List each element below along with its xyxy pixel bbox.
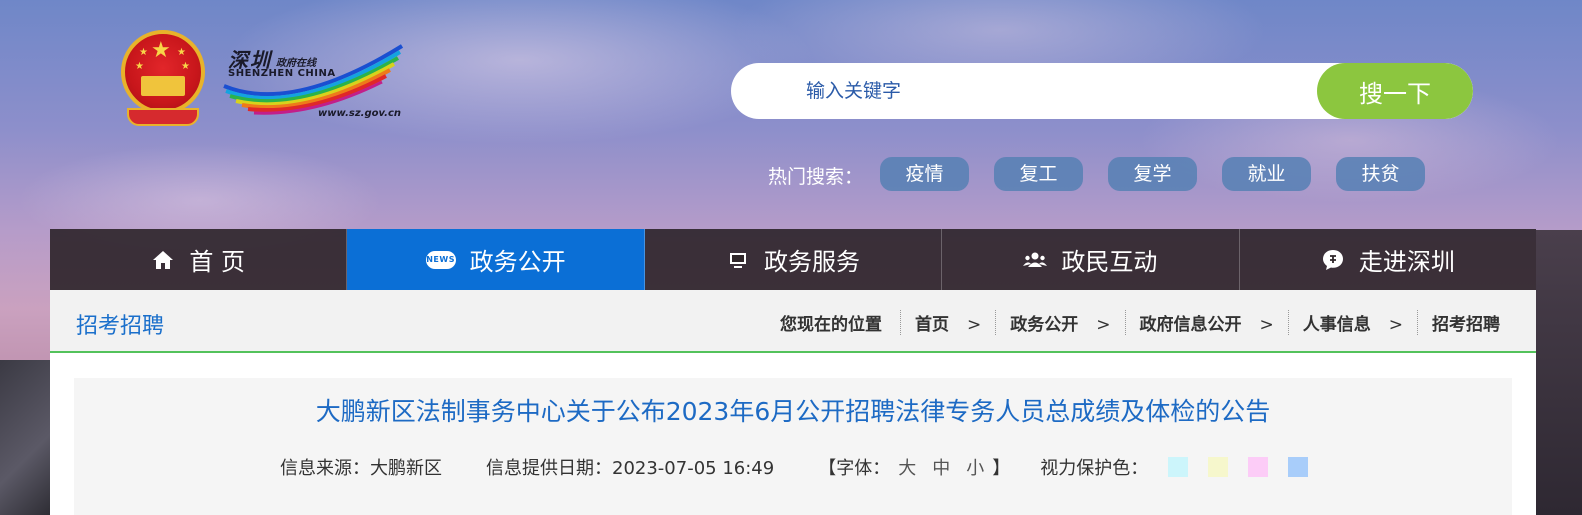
- star-icon: ★: [181, 61, 190, 72]
- eye-care-label: 视力保护色：: [1040, 458, 1149, 479]
- font-size-label-open: 【字体：: [818, 458, 891, 479]
- star-icon: ★: [177, 47, 186, 58]
- hot-search-label: 热门搜索：: [768, 166, 864, 188]
- logo-english-name: SHENZHEN CHINA: [228, 68, 336, 79]
- nav-item-citizen-interaction[interactable]: 政民互动: [942, 229, 1240, 290]
- nav-item-home[interactable]: 首 页: [50, 229, 348, 290]
- search-bar: 搜一下: [731, 63, 1473, 119]
- monitor-icon: [730, 252, 747, 268]
- section-title[interactable]: 招考招聘: [76, 308, 164, 340]
- eye-care-swatch-pink[interactable]: [1248, 457, 1269, 477]
- nav-item-gov-services[interactable]: 政务服务: [644, 229, 943, 290]
- eye-care-swatch-blue[interactable]: [1288, 457, 1309, 477]
- main-nav: 首 页 NEWS 政务公开 政务服务 政民互动 走进深圳: [50, 229, 1537, 290]
- main-content: 招考招聘 您现在的位置 首页 > 政务公开 > 政府信息公开 > 人事信息 > 招考招聘…: [50, 290, 1536, 515]
- breadcrumb-item-gov-affairs-open[interactable]: 政务公开 >: [995, 310, 1124, 335]
- emblem-gate: [141, 76, 185, 96]
- nav-item-label: 政民互动: [1061, 248, 1158, 276]
- background-building: [0, 360, 52, 515]
- star-icon: ★: [151, 38, 171, 63]
- breadcrumb-item-home[interactable]: 首页 >: [900, 310, 995, 335]
- nav-item-label: 政务服务: [764, 248, 861, 276]
- home-icon: [153, 250, 174, 269]
- hot-tag-poverty-relief[interactable]: 扶贫: [1336, 157, 1425, 191]
- nav-item-about-shenzhen[interactable]: 走进深圳: [1239, 229, 1537, 290]
- logo-subtitle: 政府在线: [276, 58, 316, 69]
- national-emblem-icon[interactable]: ★ ★ ★ ★ ★: [117, 30, 209, 128]
- breadcrumb-item-personnel-info[interactable]: 人事信息 >: [1287, 310, 1417, 335]
- article-source: 信息来源：大鹏新区: [280, 458, 442, 479]
- font-size-selector: 【字体： 大 中 小 】: [818, 454, 1010, 480]
- font-size-label-close: 】: [992, 458, 1011, 479]
- section-header: 招考招聘 您现在的位置 首页 > 政务公开 > 政府信息公开 > 人事信息 > 招考招聘: [50, 290, 1536, 353]
- eye-care-swatch-cyan[interactable]: [1168, 457, 1189, 477]
- nav-item-label: 首 页: [189, 248, 246, 276]
- chat-bubble-icon: [1322, 249, 1343, 270]
- article-header: 大鹏新区法制事务中心关于公布2023年6月公开招聘法律专务人员总成绩及体检的公告…: [74, 378, 1512, 515]
- breadcrumb-prefix: 您现在的位置: [780, 315, 882, 335]
- article-title: 大鹏新区法制事务中心关于公布2023年6月公开招聘法律专务人员总成绩及体检的公告: [315, 397, 1271, 426]
- font-size-small[interactable]: 小: [966, 454, 984, 480]
- font-size-large[interactable]: 大: [898, 454, 916, 480]
- font-size-medium[interactable]: 中: [932, 454, 950, 480]
- logo-url: www.sz.gov.cn: [318, 108, 402, 119]
- breadcrumb: 您现在的位置 首页 > 政务公开 > 政府信息公开 > 人事信息 > 招考招聘: [780, 310, 1500, 335]
- background-building: [1536, 230, 1582, 515]
- search-button[interactable]: 搜一下: [1317, 63, 1473, 119]
- news-icon: NEWS: [425, 250, 456, 269]
- hot-tag-employment[interactable]: 就业: [1222, 157, 1311, 191]
- nav-item-label: 走进深圳: [1358, 248, 1455, 276]
- people-icon: [1023, 252, 1048, 267]
- article-date: 信息提供日期：2023-07-05 16:49: [486, 458, 775, 479]
- search-input[interactable]: [731, 63, 1317, 119]
- eye-care-swatch-yellow[interactable]: [1208, 457, 1229, 477]
- article-meta: 信息来源：大鹏新区 信息提供日期：2023-07-05 16:49 【字体： 大…: [280, 454, 1309, 480]
- star-icon: ★: [139, 47, 148, 58]
- nav-item-label: 政务公开: [469, 248, 566, 276]
- hot-tag-epidemic[interactable]: 疫情: [880, 157, 969, 191]
- hot-tag-resume-work[interactable]: 复工: [994, 157, 1083, 191]
- hot-tag-resume-school[interactable]: 复学: [1108, 157, 1197, 191]
- breadcrumb-item-recruitment[interactable]: 招考招聘: [1417, 310, 1500, 335]
- emblem-ribbon: [127, 108, 199, 126]
- breadcrumb-item-gov-info-open[interactable]: 政府信息公开 >: [1124, 310, 1288, 335]
- star-icon: ★: [135, 61, 144, 72]
- nav-item-gov-affairs-open[interactable]: NEWS 政务公开: [347, 229, 645, 290]
